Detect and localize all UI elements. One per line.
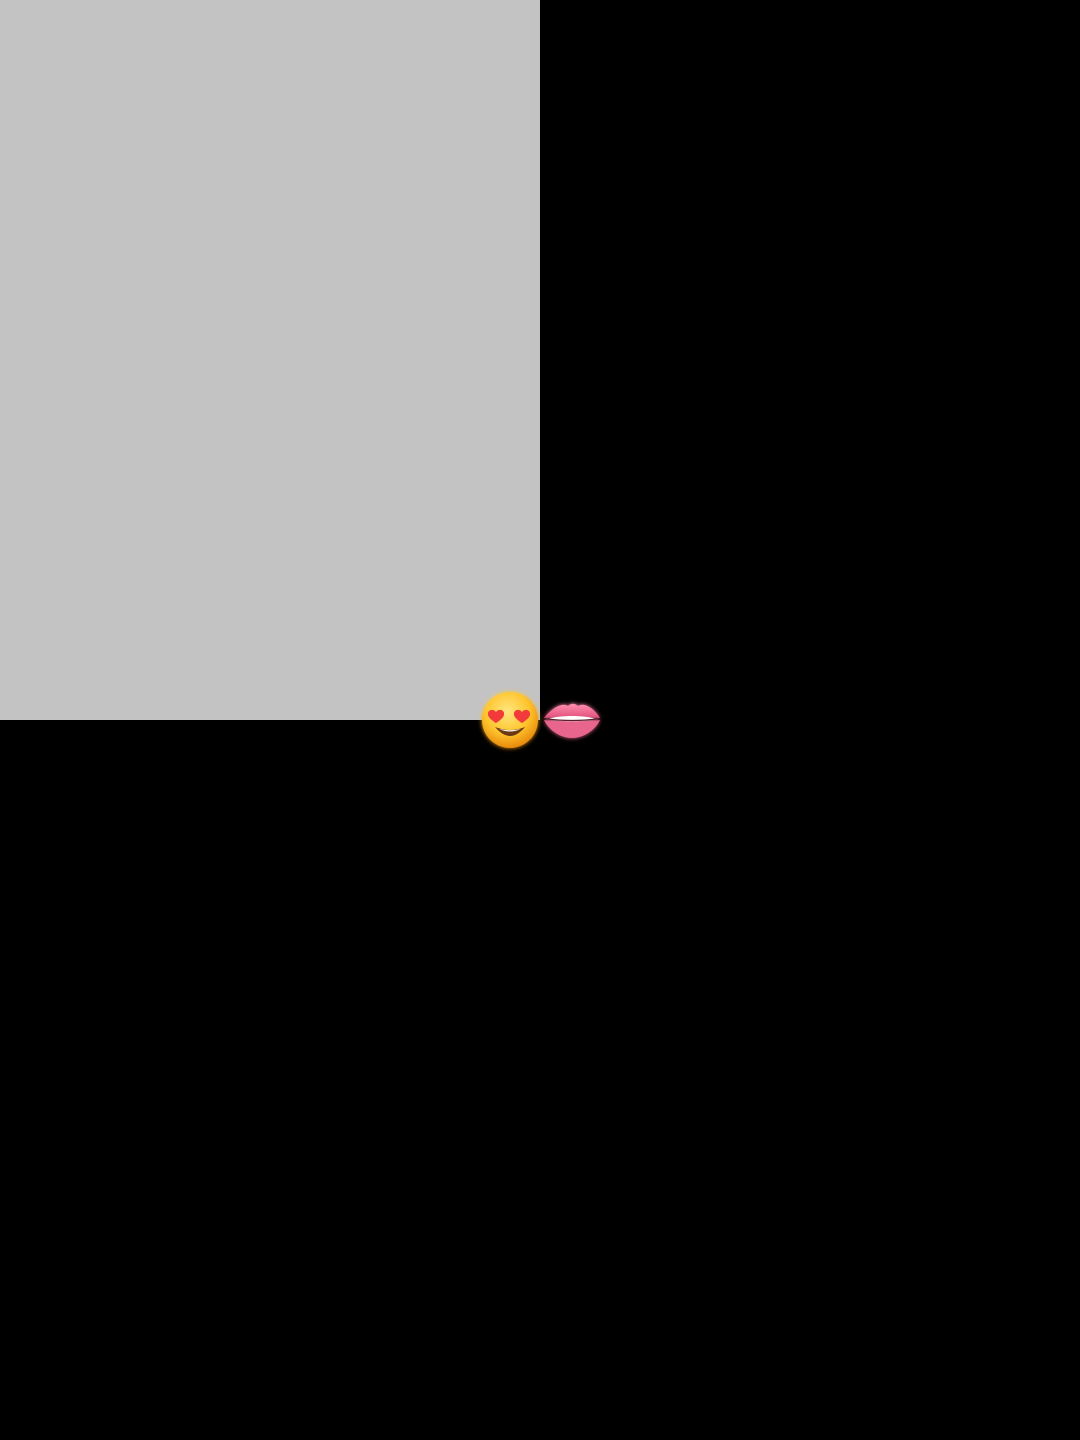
heart-eyes-face-icon <box>477 687 543 753</box>
screen-canvas <box>0 0 1080 1440</box>
biting-lip-icon <box>538 690 606 748</box>
gray-image-placeholder <box>0 0 540 720</box>
